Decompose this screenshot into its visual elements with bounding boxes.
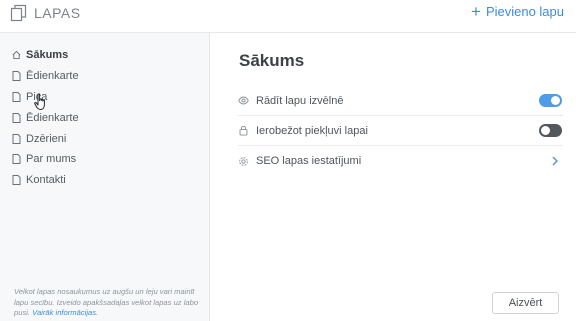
page-icon xyxy=(12,154,21,165)
sidebar-item-label: Par mums xyxy=(26,153,77,166)
sidebar-item-kontakti[interactable]: Kontakti xyxy=(0,170,209,191)
sidebar-item-label: Dzērieni xyxy=(26,132,67,145)
eye-icon xyxy=(238,96,249,105)
setting-seo[interactable]: SEO lapas iestatījumi xyxy=(238,146,563,176)
page-icon xyxy=(12,133,21,144)
show-in-menu-toggle[interactable] xyxy=(539,94,562,107)
sidebar-item-label: Ēdienkarte xyxy=(26,111,79,124)
sidebar-item-edienkarte[interactable]: Ēdienkarte xyxy=(0,66,209,87)
setting-label: Ierobežot piekļuvi lapai xyxy=(256,124,368,137)
setting-show-in-menu: Rādīt lapu izvēlnē xyxy=(238,86,563,116)
add-page-button[interactable]: + Pievieno lapu xyxy=(471,1,564,21)
restrict-access-toggle[interactable] xyxy=(539,124,562,137)
page-icon xyxy=(12,91,21,102)
app-title: LAPAS xyxy=(34,5,81,21)
sidebar-item-label: Ēdienkarte xyxy=(26,70,79,83)
setting-label: SEO lapas iestatījumi xyxy=(256,155,362,167)
chevron-right-icon[interactable] xyxy=(551,156,559,166)
page-list: Sākums Ēdienkarte Pica Ēdienkarte Dzērie… xyxy=(0,33,209,191)
plus-icon: + xyxy=(471,1,481,21)
sidebar-item-par-mums[interactable]: Par mums xyxy=(0,149,209,170)
add-page-label: Pievieno lapu xyxy=(485,4,564,19)
lock-icon xyxy=(239,126,248,136)
sidebar-help-text: Velkot lapas nosaukumus uz augšu un leju… xyxy=(14,287,199,319)
toggle-knob xyxy=(541,126,550,135)
hand-cursor-icon xyxy=(34,93,45,110)
close-button[interactable]: Aizvērt xyxy=(492,292,559,314)
page-title: Sākums xyxy=(239,51,305,70)
logo: LAPAS xyxy=(10,4,81,22)
page-icon xyxy=(12,71,21,82)
pages-icon xyxy=(10,4,27,22)
top-bar: LAPAS + Pievieno lapu xyxy=(0,0,576,33)
setting-restrict-access: Ierobežot piekļuvi lapai xyxy=(238,116,563,146)
sidebar-item-sakums[interactable]: Sākums xyxy=(0,45,209,66)
toggle-knob xyxy=(551,96,560,105)
sidebar-item-label: Sākums xyxy=(26,49,69,62)
home-icon xyxy=(12,51,21,60)
sidebar-item-label: Kontakti xyxy=(26,174,66,187)
page-icon xyxy=(12,175,21,186)
sidebar-item-edienkarte-2[interactable]: Ēdienkarte xyxy=(0,107,209,128)
sidebar-item-pica[interactable]: Pica xyxy=(0,87,209,108)
page-settings-panel: Sākums Rādīt lapu izvēlnē Ierobežot piek… xyxy=(211,33,576,321)
gear-icon xyxy=(239,156,248,166)
sidebar: Sākums Ēdienkarte Pica Ēdienkarte Dzērie… xyxy=(0,33,210,321)
setting-label: Rādīt lapu izvēlnē xyxy=(256,94,344,107)
sidebar-item-dzerieni[interactable]: Dzērieni xyxy=(0,128,209,149)
more-info-link[interactable]: Vairāk informācijas. xyxy=(32,308,98,317)
page-icon xyxy=(12,112,21,123)
